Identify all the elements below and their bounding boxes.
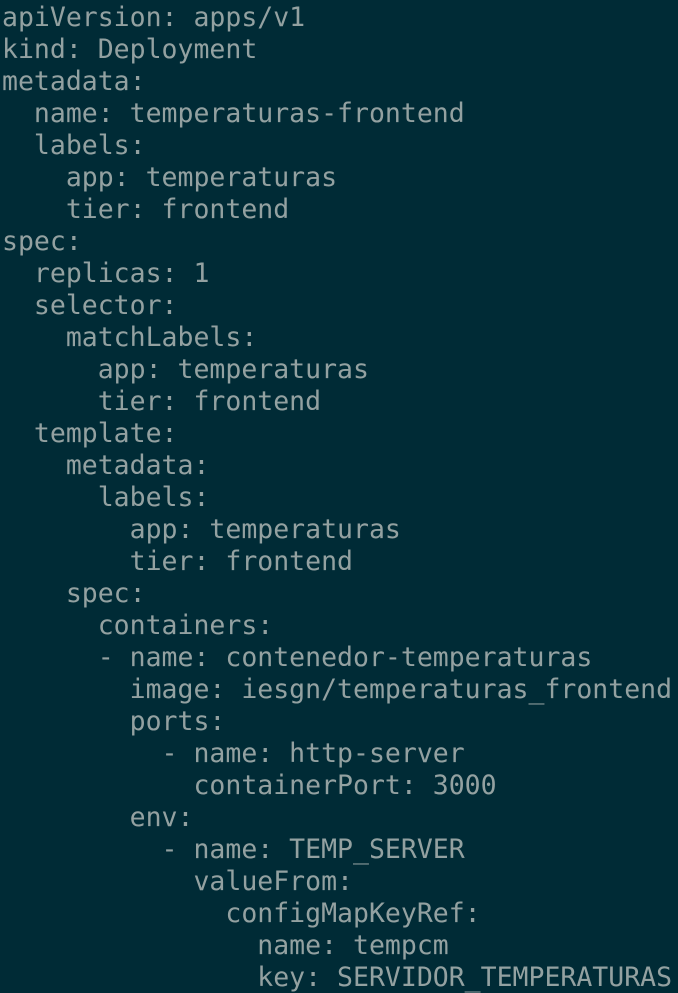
code-line: replicas: 1 [2,258,210,289]
code-line: kind: Deployment [2,34,258,65]
code-line: selector: [2,290,178,321]
terminal-window[interactable]: apiVersion: apps/v1 kind: Deployment metad… [0,0,678,993]
code-line: labels: [2,482,210,513]
code-line: containers: [2,610,274,641]
code-line: name: tempcm [2,930,449,961]
code-line: labels: [2,130,146,161]
code-line: name: temperaturas-frontend [2,98,465,129]
code-line: containerPort: 3000 [2,770,497,801]
code-line: valueFrom: [2,866,353,897]
code-line: app: temperaturas [2,514,401,545]
code-line: metadata: [2,66,146,97]
code-line: app: temperaturas [2,354,369,385]
code-line: metadata: [2,450,210,481]
code-line: tier: frontend [2,546,353,577]
code-line: matchLabels: [2,322,258,353]
code-line: key: SERVIDOR_TEMPERATURAS [2,962,673,993]
code-line: template: [2,418,178,449]
code-line: ports: [2,706,226,737]
code-line: - name: contenedor-temperaturas [2,642,593,673]
code-line: app: temperaturas [2,162,338,193]
code-line: image: iesgn/temperaturas_frontend [2,674,673,705]
yaml-code-block[interactable]: apiVersion: apps/v1 kind: Deployment metad… [2,2,672,993]
code-line: apiVersion: apps/v1 [2,2,306,33]
code-line: spec: [2,578,146,609]
code-line: - name: TEMP_SERVER [2,834,465,865]
code-line: configMapKeyRef: [2,898,481,929]
code-line: - name: http-server [2,738,465,769]
code-line: spec: [2,226,82,257]
code-line: tier: frontend [2,386,322,417]
code-line: tier: frontend [2,194,290,225]
code-line: env: [2,802,194,833]
